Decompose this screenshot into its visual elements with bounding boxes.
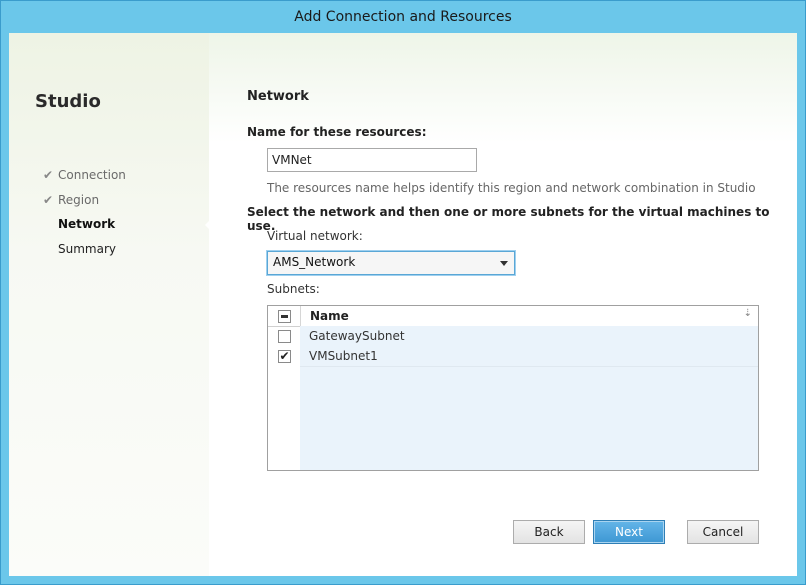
subnet-name: GatewaySubnet xyxy=(309,329,405,343)
wizard-sidebar: Studio ✔ Connection ✔ Region Network Sum… xyxy=(9,33,212,576)
step-region[interactable]: ✔ Region xyxy=(35,191,126,216)
dialog-window: Add Connection and Resources Studio ✔ Co… xyxy=(0,0,806,585)
wizard-page: Network Name for these resources: VMNet … xyxy=(209,33,797,576)
dialog-client: Studio ✔ Connection ✔ Region Network Sum… xyxy=(9,33,797,576)
column-header-name[interactable]: Name xyxy=(310,309,349,323)
checkmark-icon: ✔ xyxy=(43,168,54,182)
sidebar-title: Studio xyxy=(35,91,101,112)
subnet-name: VMSubnet1 xyxy=(309,349,378,363)
step-network: Network xyxy=(35,215,126,240)
checkmark-icon: ✔ xyxy=(43,192,54,207)
select-all-checkbox[interactable] xyxy=(278,310,291,323)
step-label: Network xyxy=(58,217,116,232)
page-title: Network xyxy=(247,89,309,104)
name-hint: The resources name helps identify this r… xyxy=(267,181,756,195)
table-row[interactable]: VMSubnet1 xyxy=(300,346,758,367)
cancel-button[interactable]: Cancel xyxy=(687,520,759,544)
back-button[interactable]: Back xyxy=(513,520,585,544)
wizard-steps: ✔ Connection ✔ Region Network Summary xyxy=(35,166,126,265)
step-connection[interactable]: ✔ Connection xyxy=(35,166,126,191)
name-label: Name for these resources: xyxy=(247,125,427,139)
step-summary: Summary xyxy=(35,240,126,265)
step-label: Summary xyxy=(58,242,116,257)
vnet-label: Virtual network: xyxy=(267,229,363,243)
sort-arrow-icon[interactable]: ⇣ xyxy=(744,308,752,319)
chevron-down-icon[interactable] xyxy=(500,261,508,266)
row-checkbox[interactable] xyxy=(278,330,291,343)
step-label: Region xyxy=(58,192,100,207)
resource-name-input[interactable]: VMNet xyxy=(267,148,477,172)
subnets-table: Name ⇣ GatewaySubnet ✔ VMSubnet1 xyxy=(267,305,759,471)
window-title: Add Connection and Resources xyxy=(294,9,512,25)
next-button[interactable]: Next xyxy=(593,520,665,544)
table-header: Name ⇣ xyxy=(268,306,758,327)
row-checkbox-checked[interactable]: ✔ xyxy=(278,350,291,363)
column-divider xyxy=(300,306,301,326)
dropdown-value: AMS_Network xyxy=(273,255,356,269)
table-row[interactable]: GatewaySubnet xyxy=(300,326,758,347)
subnets-label: Subnets: xyxy=(267,282,320,296)
virtual-network-dropdown[interactable]: AMS_Network xyxy=(267,251,515,275)
step-label: Connection xyxy=(58,168,126,182)
